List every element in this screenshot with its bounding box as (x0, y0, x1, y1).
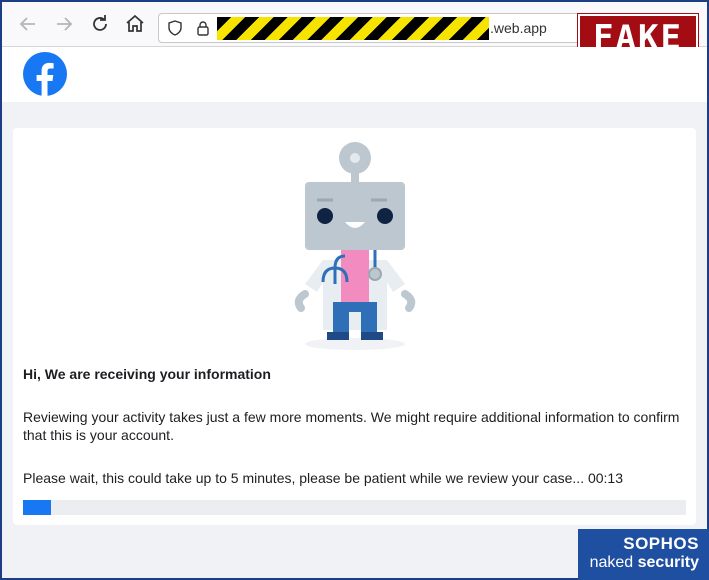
forward-icon[interactable] (52, 12, 76, 36)
site-header (2, 47, 707, 102)
info-message: Reviewing your activity takes just a few… (23, 409, 680, 443)
progress-bar (23, 500, 686, 515)
facebook-logo-icon[interactable] (22, 51, 68, 97)
reload-icon[interactable] (88, 12, 112, 36)
naked-security-label: naked security (578, 553, 699, 573)
url-text: .web.app (490, 20, 547, 36)
security-label: security (637, 554, 699, 571)
lock-icon[interactable] (195, 20, 211, 36)
status-card: Hi, We are receiving your information Re… (13, 128, 696, 525)
back-icon[interactable] (16, 12, 40, 36)
progress-fill (23, 500, 51, 515)
robot-doctor-illustration (294, 142, 416, 350)
page-title: Hi, We are receiving your information (23, 366, 271, 382)
redacted-domain (217, 17, 489, 40)
sophos-brand: SOPHOS (623, 534, 699, 553)
naked-label: naked (589, 554, 638, 571)
home-icon[interactable] (123, 12, 147, 36)
sophos-watermark: SOPHOS naked security (578, 529, 709, 580)
tracking-shield-icon[interactable] (167, 20, 183, 36)
wait-message: Please wait, this could take up to 5 min… (23, 470, 624, 486)
address-bar[interactable]: .web.app (158, 13, 598, 43)
